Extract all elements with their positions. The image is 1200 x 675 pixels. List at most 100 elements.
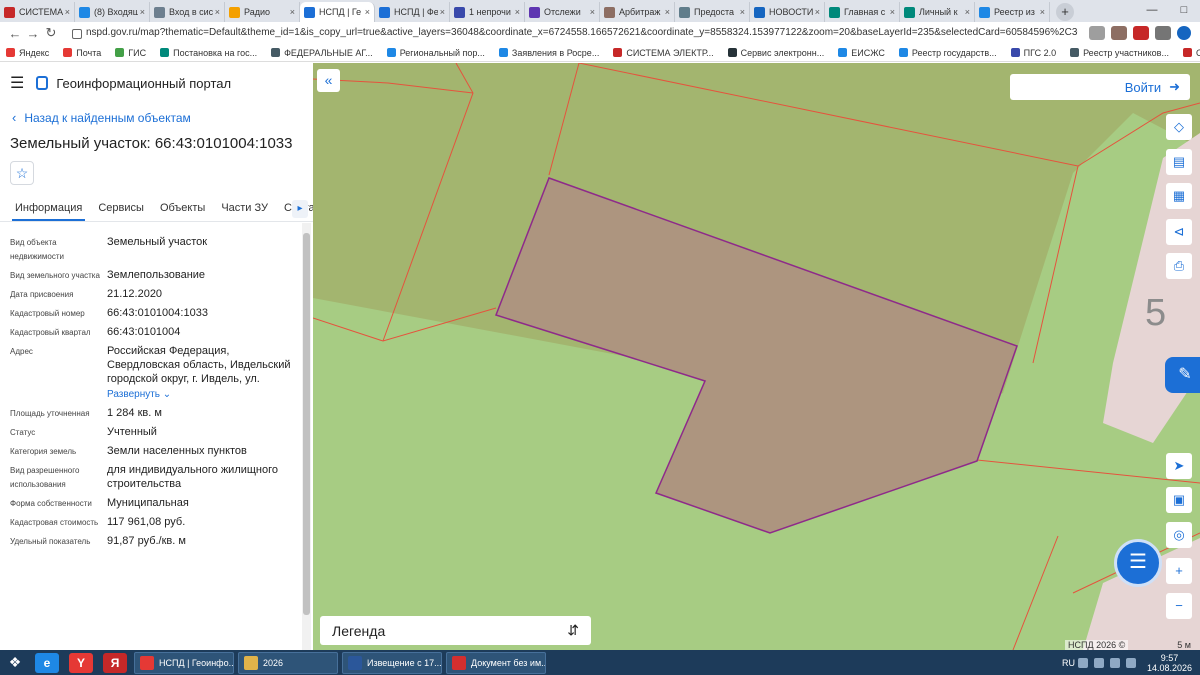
bookmark-item[interactable]: ПГС 2.0 <box>1010 48 1056 58</box>
clock[interactable]: 9:57 14.08.2026 <box>1147 653 1192 673</box>
taskbar-window[interactable]: Извещение с 17... <box>342 651 442 674</box>
browser-tab[interactable]: Радио × <box>225 2 300 22</box>
new-tab-button[interactable]: + <box>1056 3 1074 21</box>
tab-close-icon[interactable]: × <box>140 7 145 17</box>
browser-tab[interactable]: Главная с × <box>825 2 900 22</box>
tray-icon[interactable] <box>1093 657 1104 668</box>
minimize-icon[interactable]: — <box>1136 0 1168 20</box>
bookmark-item[interactable]: Сервис электронн... <box>727 48 824 58</box>
browser-tab[interactable]: (8) Входящ × <box>75 2 150 22</box>
extension-icon[interactable] <box>1089 26 1105 40</box>
geolocation-icon[interactable]: ◎ <box>1166 522 1192 548</box>
bookmark-item[interactable]: Обновление Реест... <box>1182 48 1200 58</box>
yandex-browser-icon[interactable]: Я <box>103 652 127 673</box>
tab-close-icon[interactable]: × <box>290 7 295 17</box>
zoom-in-icon[interactable]: + <box>1166 558 1192 584</box>
tab-close-icon[interactable]: × <box>440 7 445 17</box>
tabs-scroll-right-icon[interactable]: ▸ <box>292 200 308 218</box>
map-view[interactable]: 5 « Войти ➜ ◇ ▤ ▦ ⊲ ⎙ ✎ ➤ ▣ ◎ + − ☰ Леге… <box>313 63 1200 650</box>
tab-3[interactable]: Объекты <box>152 196 213 221</box>
language-indicator[interactable]: RU <box>1062 658 1075 668</box>
bookmark-item[interactable]: СИСТЕМА ЭЛЕКТР... <box>613 48 714 58</box>
browser-tab[interactable]: НСПД | Ге × <box>300 2 375 22</box>
tab-close-icon[interactable]: × <box>890 7 895 17</box>
property-value-text: 1 284 кв. м <box>107 407 162 419</box>
taskbar-window[interactable]: Документ без им... <box>446 651 546 674</box>
bookmark-item[interactable]: Региональный пор... <box>386 48 485 58</box>
browser-tab[interactable]: НСПД | Фе × <box>375 2 450 22</box>
browser-tab[interactable]: Реестр из × <box>975 2 1050 22</box>
tab-close-icon[interactable]: × <box>965 7 970 17</box>
tab-4[interactable]: Части ЗУ <box>213 196 276 221</box>
ruler-icon[interactable]: ▤ <box>1166 149 1192 175</box>
tab-close-icon[interactable]: × <box>740 7 745 17</box>
forward-arrow-icon[interactable]: → <box>24 26 42 41</box>
legend-dropdown[interactable]: Легенда ⇵ <box>320 616 591 645</box>
minimap-icon[interactable]: ▣ <box>1166 487 1192 513</box>
tab-close-icon[interactable]: × <box>215 7 220 17</box>
extension-icon[interactable] <box>1133 26 1149 40</box>
start-button[interactable]: ❖ <box>0 650 30 675</box>
print-icon[interactable]: ⎙ <box>1166 253 1192 279</box>
bookmark-item[interactable]: Реестр участников... <box>1070 48 1169 58</box>
scrollbar-thumb[interactable] <box>303 233 310 615</box>
taskbar-window[interactable]: 2026 <box>238 651 338 674</box>
bookmark-item[interactable]: Реестр государств... <box>898 48 997 58</box>
layers-icon[interactable]: ◇ <box>1166 114 1192 140</box>
favorite-star-icon[interactable]: ☆ <box>10 161 34 185</box>
bookmark-item[interactable]: ФЕДЕРАЛЬНЫЕ АГ... <box>271 48 373 58</box>
reload-icon[interactable]: ↻ <box>42 25 60 41</box>
yandex-icon[interactable]: Y <box>69 652 93 673</box>
back-arrow-icon[interactable]: ← <box>6 26 24 41</box>
tab-close-icon[interactable]: × <box>590 7 595 17</box>
collapse-panel-button[interactable]: « <box>317 69 340 92</box>
bookmark-item[interactable]: Яндекс <box>6 48 49 58</box>
tab-1[interactable]: Информация <box>0 196 90 221</box>
side-feedback-tab[interactable]: ✎ <box>1165 357 1200 393</box>
network-icon[interactable] <box>1109 657 1120 668</box>
menu-icon[interactable]: ☰ <box>10 73 24 93</box>
browser-tab[interactable]: Отслежи × <box>525 2 600 22</box>
property-row: Кадастровый квартал 66:43:0101004 <box>0 321 302 340</box>
browser-tab[interactable]: СИСТЕМА × <box>0 2 75 22</box>
login-button[interactable]: Войти ➜ <box>1010 74 1190 100</box>
expand-address-link[interactable]: Развернуть ⌄ <box>107 388 302 402</box>
bookmark-item[interactable]: Заявления в Росре... <box>498 48 599 58</box>
tab-close-icon[interactable]: × <box>65 7 70 17</box>
puzzle-icon[interactable] <box>1155 26 1171 40</box>
select-area-icon[interactable]: ▦ <box>1166 183 1192 209</box>
back-to-results-link[interactable]: ‹ Назад к найденным объектам <box>12 110 191 125</box>
extension-icon[interactable] <box>1111 26 1127 40</box>
tab-close-icon[interactable]: × <box>665 7 670 17</box>
tab-close-icon[interactable]: × <box>515 7 520 17</box>
browser-tab[interactable]: Вход в сис × <box>150 2 225 22</box>
tab-close-icon[interactable]: × <box>815 7 820 17</box>
map-canvas[interactable]: 5 <box>313 63 1200 650</box>
taskbar-window[interactable]: НСПД | Геоинфо... <box>134 651 234 674</box>
zoom-out-icon[interactable]: − <box>1166 593 1192 619</box>
tray-icon[interactable] <box>1077 657 1088 668</box>
volume-icon[interactable] <box>1125 657 1136 668</box>
taskbar-app-icon <box>348 655 362 670</box>
share-icon[interactable]: ⊲ <box>1166 219 1192 245</box>
browser-tab[interactable]: 1 непрочи × <box>450 2 525 22</box>
url-field[interactable]: nspd.gov.ru/map?thematic=Default&theme_i… <box>68 25 1078 41</box>
bookmark-item[interactable]: Почта <box>63 48 101 58</box>
chat-icon[interactable]: ☰ <box>1114 539 1162 587</box>
bookmark-item[interactable]: ГИС <box>115 48 146 58</box>
profile-avatar[interactable] <box>1177 26 1191 40</box>
tab-2[interactable]: Сервисы <box>90 196 152 221</box>
navigate-icon[interactable]: ➤ <box>1166 453 1192 479</box>
taskbar-window-label: НСПД | Геоинфо... <box>159 657 234 668</box>
bookmark-item[interactable]: ЕИСЖС <box>838 48 885 58</box>
maximize-icon[interactable]: □ <box>1168 0 1200 20</box>
panel-scrollbar[interactable] <box>302 223 311 650</box>
browser-tab[interactable]: Арбитраж × <box>600 2 675 22</box>
internet-explorer-icon[interactable]: e <box>35 652 59 673</box>
tab-close-icon[interactable]: × <box>1040 7 1045 17</box>
tab-close-icon[interactable]: × <box>365 7 370 17</box>
browser-tab[interactable]: Предоста × <box>675 2 750 22</box>
browser-tab[interactable]: НОВОСТИ × <box>750 2 825 22</box>
bookmark-item[interactable]: Постановка на гос... <box>160 48 257 58</box>
browser-tab[interactable]: Личный к × <box>900 2 975 22</box>
